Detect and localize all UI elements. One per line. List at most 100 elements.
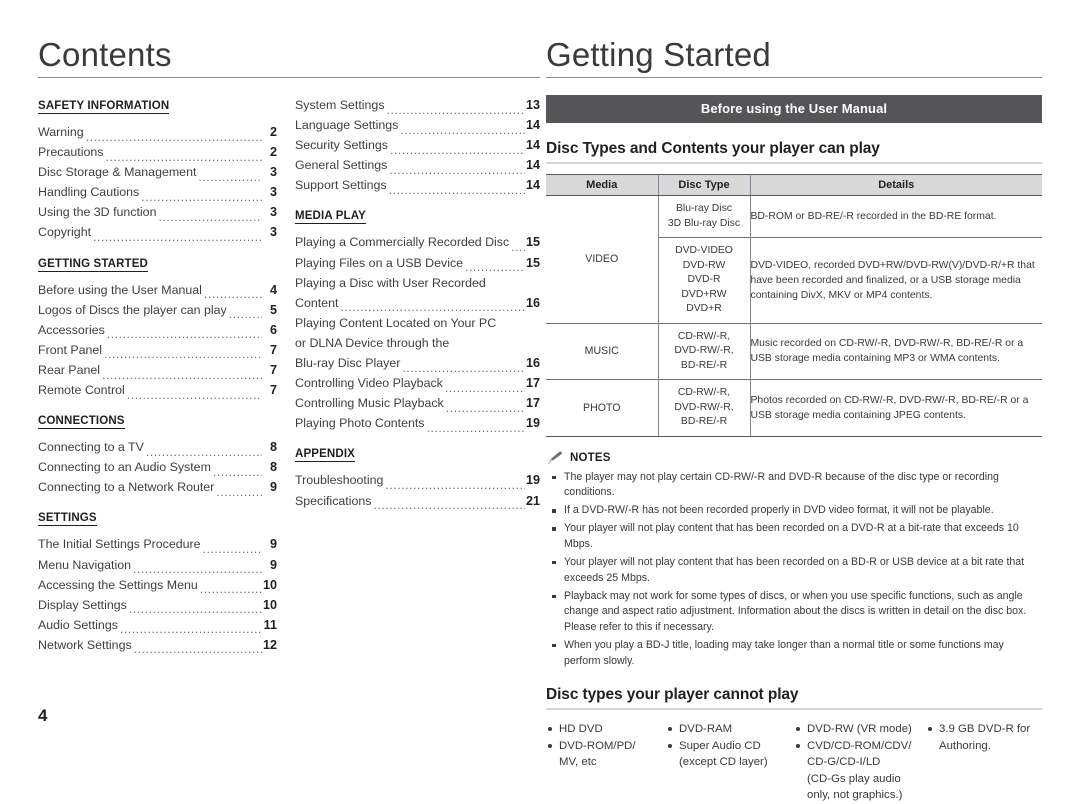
toc-entry[interactable]: Connecting to a TV 8 bbox=[38, 438, 277, 458]
toc-entry[interactable]: Disc Storage & Management 3 bbox=[38, 163, 277, 183]
cannot-play-heading: Disc types your player cannot play bbox=[546, 686, 1042, 711]
toc-leader-dots bbox=[93, 228, 262, 243]
toc-entry[interactable]: Connecting to an Audio System 8 bbox=[38, 458, 277, 478]
toc-entry-label: or DLNA Device through the bbox=[295, 335, 450, 350]
toc-entry-page: 3 bbox=[269, 205, 277, 220]
toc-leader-dots bbox=[385, 476, 525, 491]
toc-entry[interactable]: Accessing the Settings Menu 10 bbox=[38, 576, 277, 596]
toc-entry-label: Disc Storage & Management bbox=[38, 165, 197, 180]
toc-leader-dots bbox=[134, 640, 262, 655]
toc-entry-label: Connecting to a Network Router bbox=[38, 480, 215, 495]
toc-entry[interactable]: General Settings 14 bbox=[295, 156, 540, 176]
toc-leader-dots bbox=[141, 188, 262, 203]
toc-entry-wrapped-line[interactable]: Playing a Disc with User Recorded bbox=[295, 274, 540, 294]
toc-entry[interactable]: System Settings 13 bbox=[295, 96, 540, 116]
toc-entry[interactable]: Playing a Commercially Recorded Disc 15 bbox=[295, 233, 540, 253]
toc-leader-dots bbox=[400, 121, 525, 136]
notes-block: NOTES The player may not play certain CD… bbox=[546, 451, 1042, 670]
toc-entry-page: 14 bbox=[525, 118, 540, 133]
toc-entry-wrapped-line[interactable]: Playing Content Located on Your PC bbox=[295, 314, 540, 334]
toc-entry-page: 3 bbox=[269, 225, 277, 240]
toc-entry[interactable]: Front Panel 7 bbox=[38, 341, 277, 361]
toc-entry[interactable]: Warning 2 bbox=[38, 123, 277, 143]
toc-entry[interactable]: Support Settings 14 bbox=[295, 176, 540, 196]
toc-entry[interactable]: Remote Control 7 bbox=[38, 381, 277, 401]
toc-leader-dots bbox=[127, 386, 262, 401]
toc-leader-dots bbox=[133, 560, 262, 575]
toc-entry[interactable]: Content 16 bbox=[295, 294, 540, 314]
table-cell-media: VIDEO bbox=[546, 195, 659, 323]
toc-entry[interactable]: Audio Settings 11 bbox=[38, 616, 277, 636]
table-cell-details: Music recorded on CD-RW/-R, DVD-RW/-R, B… bbox=[750, 322, 1042, 380]
cannot-play-item: CVD/CD-ROM/CDV/ bbox=[794, 738, 920, 755]
toc-entry[interactable]: Logos of Discs the player can play 5 bbox=[38, 301, 277, 321]
disc-type-line: DVD-RW bbox=[682, 259, 726, 271]
note-item: If a DVD-RW/-R has not been recorded pro… bbox=[546, 503, 1042, 519]
toc-entry-label: Content bbox=[295, 295, 339, 310]
toc-column-2: System Settings13 Language Settings 14 Secu… bbox=[289, 96, 540, 656]
disc-table-head: Media Disc Type Details bbox=[546, 174, 1042, 196]
toc-entry-label: Troubleshooting bbox=[295, 473, 384, 488]
toc-leader-dots bbox=[511, 238, 525, 253]
toc-entry[interactable]: Controlling Video Playback 17 bbox=[295, 374, 540, 394]
toc-entry[interactable]: Precautions 2 bbox=[38, 143, 277, 163]
toc-entry[interactable]: Playing Files on a USB Device 15 bbox=[295, 254, 540, 274]
table-cell-details: BD-ROM or BD-RE/-R recorded in the BD-RE… bbox=[750, 211, 997, 222]
toc-entry-label: Language Settings bbox=[295, 118, 399, 133]
table-cell-details: DVD-VIDEO, recorded DVD+RW/DVD-RW(V)/DVD… bbox=[750, 237, 1042, 323]
toc-leader-dots bbox=[104, 345, 262, 360]
toc-entry[interactable]: Handling Cautions 3 bbox=[38, 183, 277, 203]
toc-entry-label: Rear Panel bbox=[38, 362, 100, 377]
toc-leader-dots bbox=[427, 419, 525, 434]
cannot-play-list: DVD-RW (VR mode) CVD/CD-ROM/CDV/CD-G/CD-I… bbox=[794, 721, 920, 804]
toc-entry[interactable]: Troubleshooting 19 bbox=[295, 471, 540, 491]
toc-entry-wrapped-line[interactable]: or DLNA Device through the bbox=[295, 334, 540, 354]
toc-entry[interactable]: Security Settings 14 bbox=[295, 136, 540, 156]
toc-entry[interactable]: Language Settings 14 bbox=[295, 116, 540, 136]
table-cell-media: MUSIC bbox=[546, 322, 659, 380]
toc-entry-page: 6 bbox=[269, 322, 277, 337]
cannot-play-column: 3.9 GB DVD-R for Authoring. bbox=[926, 721, 1038, 804]
toc-entry[interactable]: Using the 3D function 3 bbox=[38, 203, 277, 223]
toc-leader-dots bbox=[86, 128, 262, 143]
cannot-play-item-continuation: Authoring. bbox=[939, 739, 991, 752]
toc-entry-page: 14 bbox=[525, 178, 540, 193]
toc-entry-label: Playing a Disc with User Recorded bbox=[295, 275, 486, 290]
toc-entry[interactable]: Accessories 6 bbox=[38, 321, 277, 341]
cannot-play-item-continuation: (CD-Gs play audio bbox=[807, 772, 901, 785]
cannot-play-item: DVD-ROM/PD/ bbox=[546, 738, 660, 755]
table-row: PHOTO CD-RW/-R, DVD-RW/-R, BD-RE/-R Photos r… bbox=[546, 379, 1042, 437]
toc-entry[interactable]: Menu Navigation 9 bbox=[38, 556, 277, 576]
toc-entry-page: 2 bbox=[269, 125, 277, 139]
toc-entry-page: 19 bbox=[525, 416, 540, 431]
toc-entry-page: 8 bbox=[269, 460, 277, 475]
toc-entry-label: Support Settings bbox=[295, 178, 387, 193]
toc-leader-dots bbox=[390, 141, 525, 156]
toc-entry[interactable]: Playing Photo Contents 19 bbox=[295, 414, 540, 434]
toc-entry-page: 12 bbox=[262, 637, 277, 652]
toc-entry[interactable]: Blu-ray Disc Player 16 bbox=[295, 354, 540, 374]
toc-entry[interactable]: Rear Panel 7 bbox=[38, 361, 277, 381]
toc-entry-page: 7 bbox=[269, 342, 277, 357]
toc-leader-dots bbox=[203, 540, 262, 555]
toc-entry[interactable]: Display Settings 10 bbox=[38, 596, 277, 616]
table-row: MUSIC CD-RW/-R, DVD-RW/-R, BD-RE/-R Music re… bbox=[546, 322, 1042, 380]
toc-entry[interactable]: The Initial Settings Procedure 9 bbox=[38, 535, 277, 555]
toc-entry-label: Copyright bbox=[38, 225, 92, 240]
toc-entry[interactable]: Before using the User Manual 4 bbox=[38, 281, 277, 301]
toc-entry[interactable]: Network Settings 12 bbox=[38, 636, 277, 656]
toc-entry-label: Logos of Discs the player can play bbox=[38, 302, 227, 317]
page-title-getting-started: Getting Started bbox=[546, 36, 1042, 78]
toc-entry-label: Audio Settings bbox=[38, 617, 118, 632]
toc-entry-page: 9 bbox=[269, 537, 277, 552]
toc-entry-label: The Initial Settings Procedure bbox=[38, 537, 201, 552]
toc-entry[interactable]: Controlling Music Playback 17 bbox=[295, 394, 540, 414]
page-number: 4 bbox=[38, 706, 48, 725]
toc-leader-dots bbox=[465, 258, 525, 273]
toc-entry[interactable]: Copyright 3 bbox=[38, 223, 277, 243]
disc-type-line: CD-RW/-R, bbox=[677, 330, 731, 342]
toc-entry[interactable]: Connecting to a Network Router 9 bbox=[38, 478, 277, 498]
toc-entry-label: Controlling Video Playback bbox=[295, 376, 443, 391]
toc-entry[interactable]: Specifications 21 bbox=[295, 492, 540, 512]
cannot-play-item: Super Audio CD bbox=[666, 738, 788, 755]
